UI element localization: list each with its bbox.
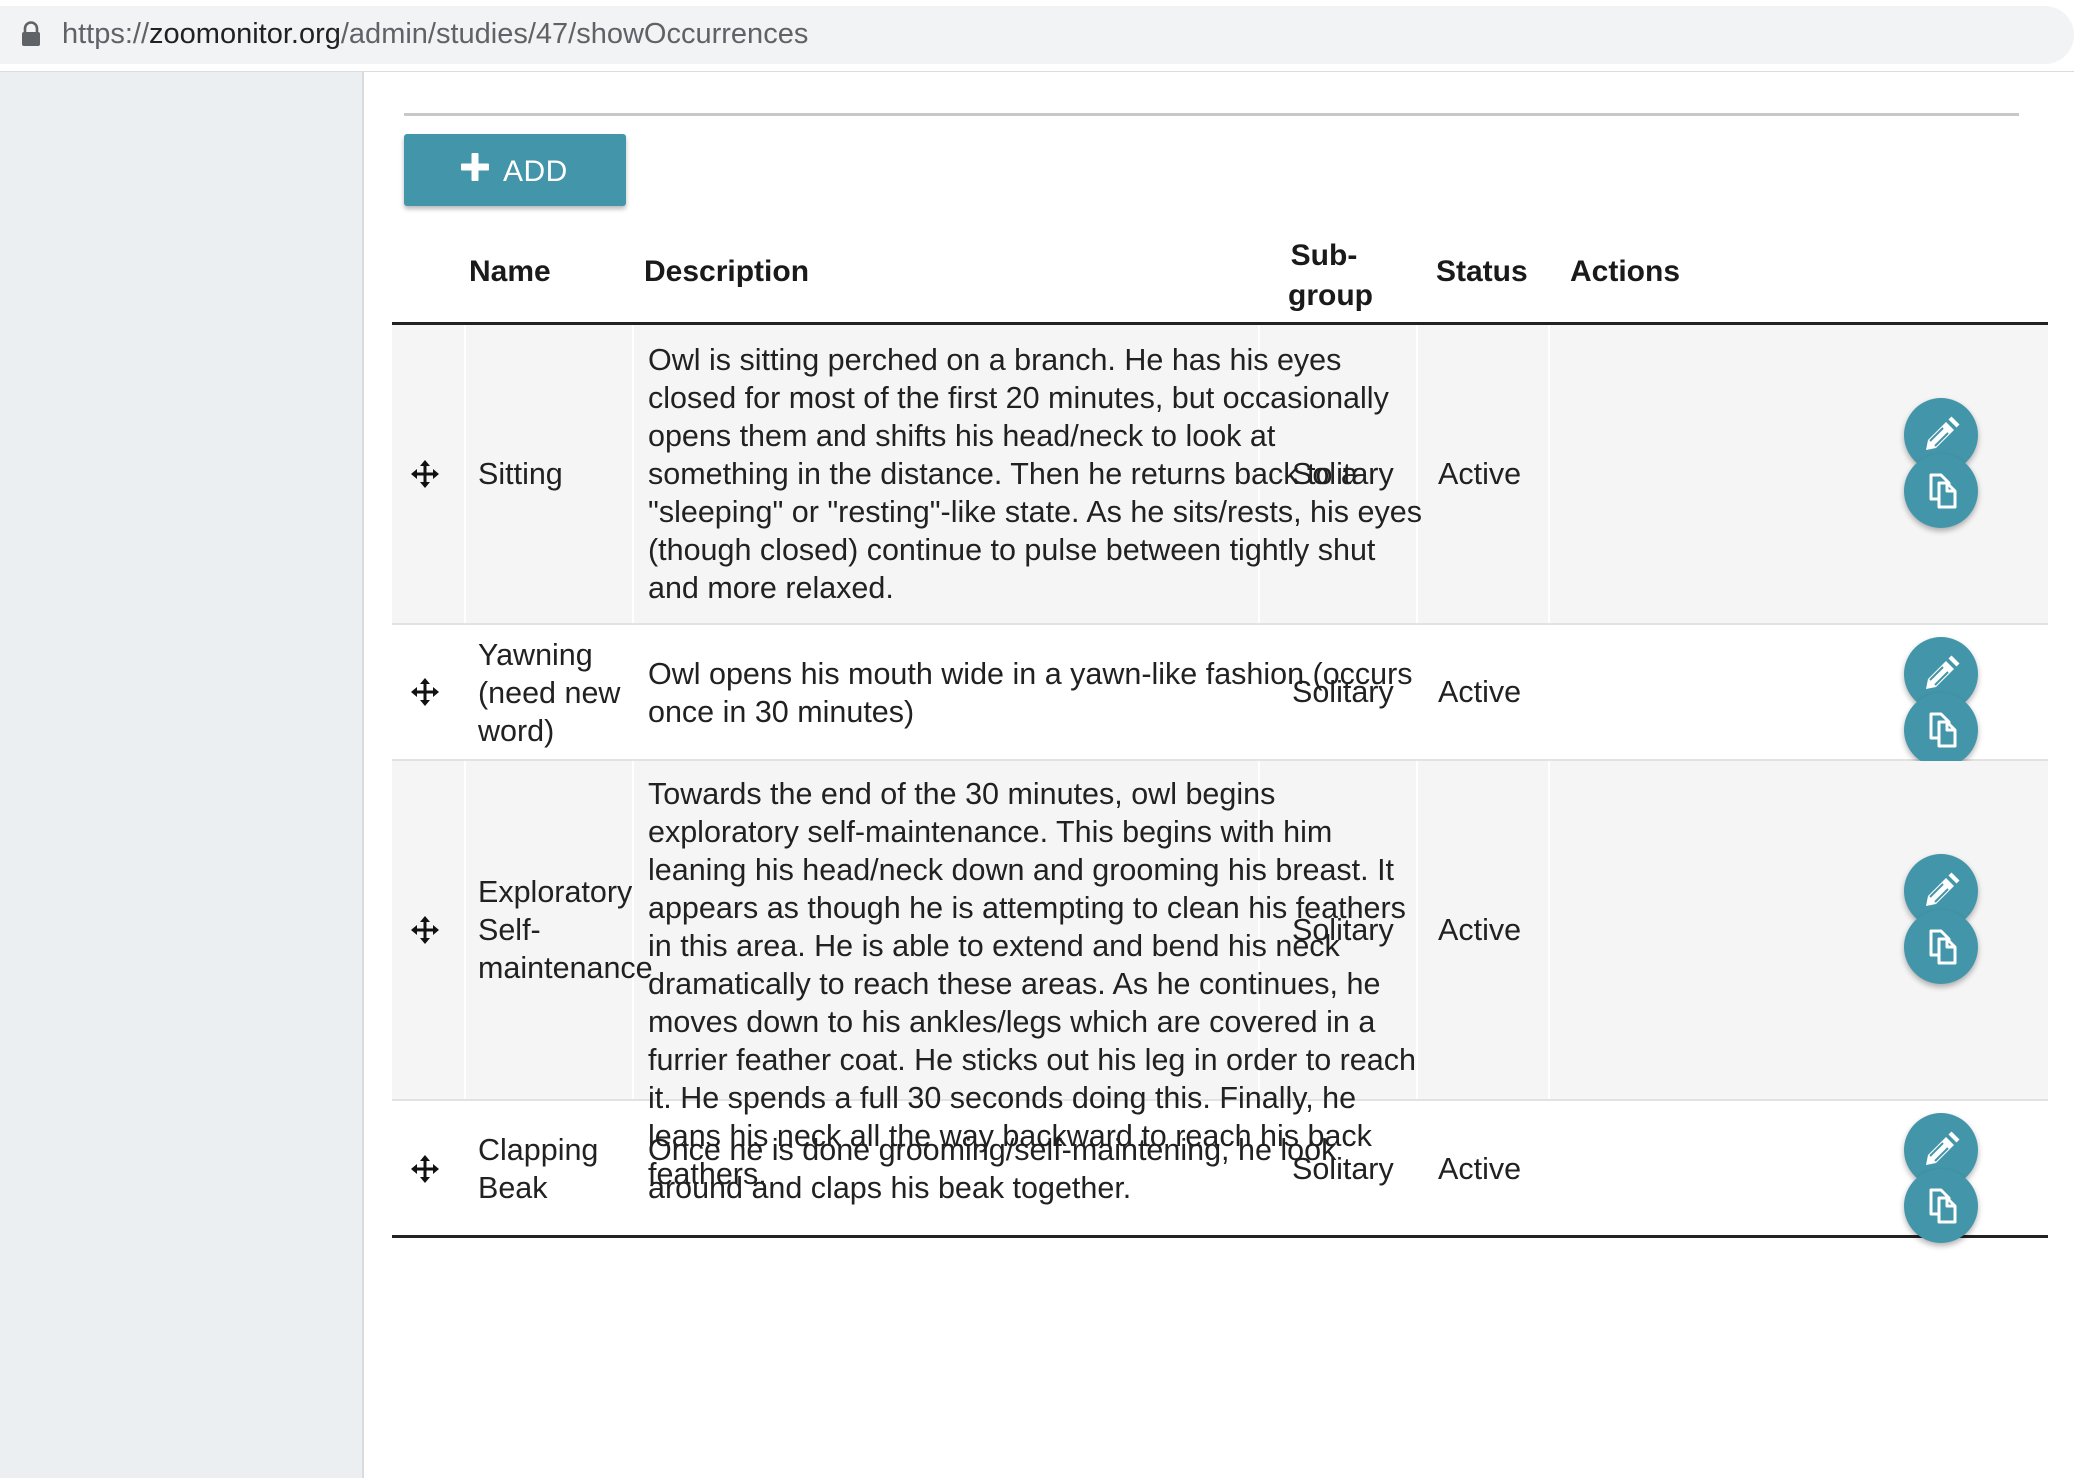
url-text[interactable]: https://zoomonitor.org/admin/studies/47/…: [62, 15, 808, 53]
drag-move-icon[interactable]: [410, 915, 440, 945]
row-subgroup: Solitary: [1292, 913, 1394, 947]
column-header-status[interactable]: Status: [1436, 252, 1528, 292]
drag-move-icon[interactable]: [410, 1154, 440, 1184]
browser-address-bar: https://zoomonitor.org/admin/studies/47/…: [0, 0, 2074, 70]
table-row: Clapping Beak Once he is done grooming/s…: [392, 1101, 2048, 1243]
column-header-actions: Actions: [1570, 255, 1681, 288]
row-status: Active: [1438, 457, 1522, 491]
column-separator: [1548, 325, 1550, 623]
row-name-line: (need new: [478, 676, 621, 710]
add-button[interactable]: ADD: [404, 134, 626, 206]
section-divider: [404, 113, 2019, 116]
row-status: Active: [1438, 1152, 1522, 1186]
row-name-line: Sitting: [478, 457, 563, 491]
table-row: Sitting Owl is sitting perched on a bran…: [392, 325, 2048, 625]
row-subgroup: Solitary: [1292, 675, 1394, 709]
row-description-line: Once he is done grooming/self-maintening…: [648, 1133, 1337, 1167]
drag-move-icon[interactable]: [410, 677, 440, 707]
duplicate-icon: [1929, 473, 1957, 509]
duplicate-button[interactable]: [1904, 910, 1978, 984]
row-status: Active: [1438, 913, 1522, 947]
row-name-line: Clapping: [478, 1133, 599, 1167]
occurrences-table: Name Description Sub- group Status Actio…: [392, 222, 2048, 1243]
sidebar: [0, 72, 364, 1478]
duplicate-icon: [1929, 1188, 1957, 1224]
column-header-subgroup-line2: group: [1288, 279, 1373, 312]
row-name-line: word): [478, 714, 555, 748]
drag-move-icon[interactable]: [410, 459, 440, 489]
table-header: Name Description Sub- group Status Actio…: [392, 222, 2048, 325]
row-name-line: maintenance: [478, 951, 653, 985]
row-description-line: "sleeping" or "resting"-like state. As h…: [648, 495, 1422, 529]
pencil-icon: [1926, 872, 1960, 906]
pencil-icon: [1926, 416, 1960, 450]
table-row: Yawning (need new word) Owl opens his mo…: [392, 625, 2048, 767]
column-header-subgroup[interactable]: Sub- group: [1288, 236, 1373, 316]
row-subgroup: Solitary: [1292, 1152, 1394, 1186]
row-subgroup: Solitary: [1292, 457, 1394, 491]
row-description-line: Owl is sitting perched on a branch. He h…: [648, 343, 1342, 377]
column-separator: [1548, 761, 1550, 1099]
url-scheme: https://: [62, 18, 150, 50]
row-description: Once he is done grooming/self-maintening…: [648, 1131, 1336, 1207]
main-content: ADD Name Description Sub- group Status A…: [364, 72, 2074, 1478]
row-name-line: Self-: [478, 913, 541, 947]
row-description-line: and more relaxed.: [648, 571, 894, 605]
row-description-line: exploratory self-maintenance. This begin…: [648, 815, 1333, 849]
row-name-line: Beak: [478, 1171, 548, 1205]
pencil-icon: [1926, 655, 1960, 689]
row-description-line: closed for most of the first 20 minutes,…: [648, 381, 1389, 415]
column-header-subgroup-line1: Sub-: [1290, 239, 1358, 272]
lock-icon[interactable]: [20, 21, 42, 47]
column-header-description[interactable]: Description: [644, 252, 809, 292]
row-status: Active: [1438, 675, 1522, 709]
table-row: Exploratory Self- maintenance Towards th…: [392, 761, 2048, 1191]
row-name: Clapping Beak: [478, 1131, 598, 1207]
add-button-label: ADD: [503, 155, 568, 188]
column-separator: [464, 761, 466, 1099]
row-name-line: Exploratory: [478, 875, 633, 909]
row-name: Exploratory Self- maintenance: [478, 873, 653, 987]
url-path: /admin/studies/47/showOccurrences: [340, 18, 809, 50]
row-description-line: opens them and shifts his head/neck to l…: [648, 419, 1276, 453]
column-header-name[interactable]: Name: [469, 252, 551, 292]
row-description-line: around and claps his beak together.: [648, 1171, 1132, 1205]
duplicate-icon: [1929, 929, 1957, 965]
row-description-line: furrier feather coat. He sticks out his …: [648, 1043, 1416, 1077]
duplicate-button[interactable]: [1904, 1169, 1978, 1243]
duplicate-button[interactable]: [1904, 454, 1978, 528]
row-description-line: dramatically to reach these areas. As he…: [648, 967, 1381, 1001]
row-name: Yawning (need new word): [478, 636, 620, 750]
column-separator: [1416, 761, 1418, 1099]
column-separator: [632, 325, 634, 623]
row-description-line: leaning his head/neck down and grooming …: [648, 853, 1395, 887]
duplicate-icon: [1929, 712, 1957, 748]
column-separator: [464, 325, 466, 623]
row-description-line: Towards the end of the 30 minutes, owl b…: [648, 777, 1276, 811]
pencil-icon: [1926, 1131, 1960, 1165]
url-host: zoomonitor.org: [149, 18, 341, 50]
row-description-line: (though closed) continue to pulse betwee…: [648, 533, 1376, 567]
row-name-line: Yawning: [478, 638, 593, 672]
duplicate-button[interactable]: [1904, 693, 1978, 767]
plus-icon: [461, 153, 489, 181]
row-description-line: moves down to his ankles/legs which are …: [648, 1005, 1376, 1039]
row-name: Sitting: [478, 455, 563, 493]
